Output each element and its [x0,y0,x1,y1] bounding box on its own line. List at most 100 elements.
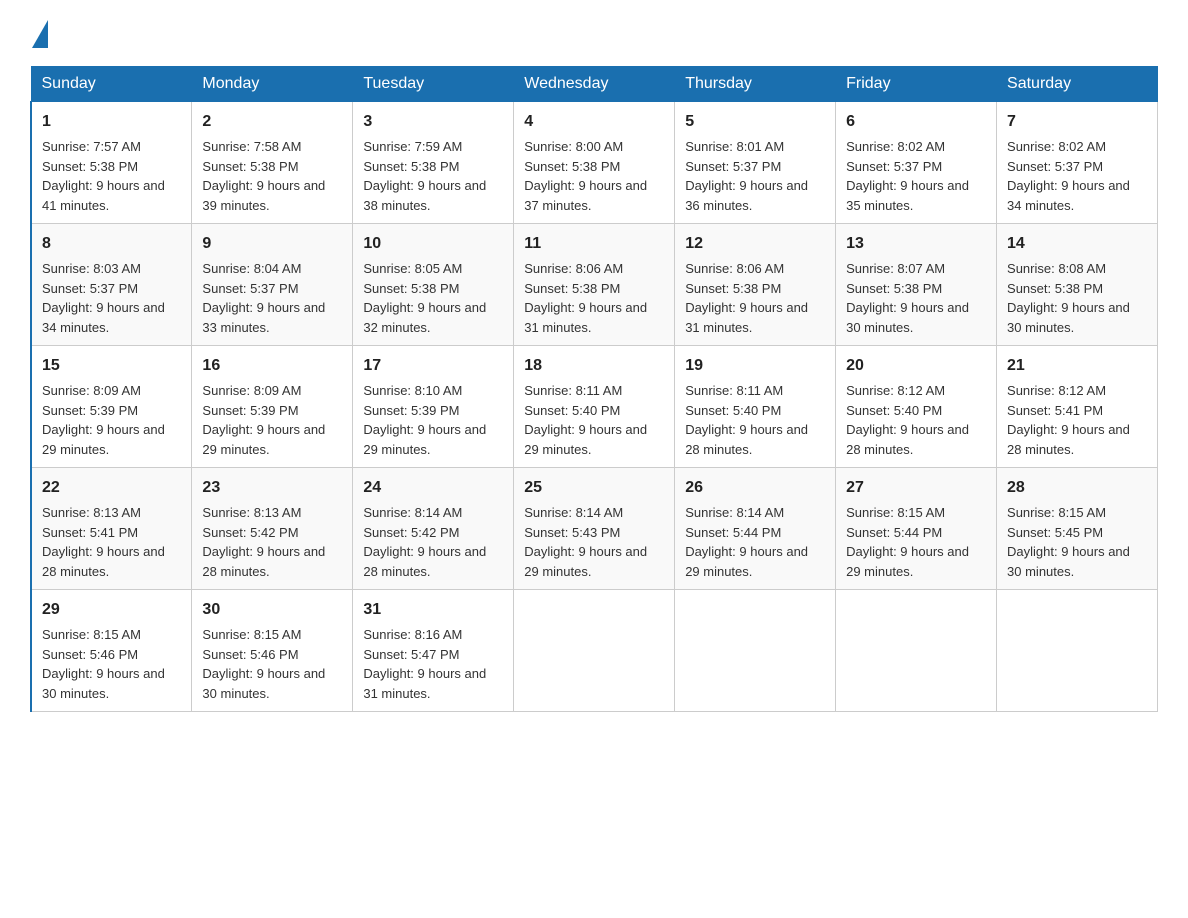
day-sunrise: Sunrise: 8:14 AM [363,505,462,520]
day-daylight: Daylight: 9 hours and 34 minutes. [1007,178,1130,213]
calendar-header-row: SundayMondayTuesdayWednesdayThursdayFrid… [31,67,1158,102]
day-sunrise: Sunrise: 8:11 AM [685,383,783,398]
calendar-cell: 19 Sunrise: 8:11 AM Sunset: 5:40 PM Dayligh… [675,346,836,468]
day-sunrise: Sunrise: 8:11 AM [524,383,622,398]
calendar-cell: 1Sunrise: 7:57 AMSunset: 5:38 PMDaylight… [31,102,192,224]
day-daylight: Daylight: 9 hours and 36 minutes. [685,178,808,213]
day-sunrise: Sunrise: 7:57 AM [42,139,141,154]
day-number: 29 [42,598,181,622]
day-daylight: Daylight: 9 hours and 30 minutes. [1007,544,1130,579]
day-sunrise: Sunrise: 8:14 AM [524,505,623,520]
day-daylight: Daylight: 9 hours and 37 minutes. [524,178,647,213]
day-sunrise: Sunrise: 8:15 AM [846,505,945,520]
day-daylight: Daylight: 9 hours and 29 minutes. [524,544,647,579]
calendar-cell: 17Sunrise: 8:10 AMSunset: 5:39 PMDayligh… [353,346,514,468]
day-sunset: Sunset: 5:39 PM [363,403,459,418]
day-daylight: Daylight: 9 hours and 30 minutes. [1007,300,1130,335]
header-saturday: Saturday [997,67,1158,102]
header-thursday: Thursday [675,67,836,102]
calendar-week-row: 8Sunrise: 8:03 AMSunset: 5:37 PMDaylight… [31,224,1158,346]
day-sunrise: Sunrise: 8:15 AM [202,627,301,642]
day-sunrise: Sunrise: 8:09 AM [202,383,301,398]
day-sunset: Sunset: 5:38 PM [363,281,459,296]
header-wednesday: Wednesday [514,67,675,102]
day-number: 15 [42,354,181,378]
calendar-cell: 20Sunrise: 8:12 AMSunset: 5:40 PMDayligh… [836,346,997,468]
day-sunset: Sunset: 5:42 PM [202,525,298,540]
day-sunset: Sunset: 5:42 PM [363,525,459,540]
day-daylight: Daylight: 9 hours and 28 minutes. [846,422,969,457]
calendar-cell: 4Sunrise: 8:00 AMSunset: 5:38 PMDaylight… [514,102,675,224]
day-number: 23 [202,476,342,500]
day-number: 9 [202,232,342,256]
day-sunset: Sunset: 5:38 PM [685,281,781,296]
day-sunrise: Sunrise: 8:12 AM [1007,383,1106,398]
day-sunrise: Sunrise: 8:07 AM [846,261,945,276]
day-sunrise: Sunrise: 8:15 AM [42,627,141,642]
page-header [30,20,1158,46]
day-sunset: Sunset: 5:38 PM [42,159,138,174]
day-sunset: Sunset: 5:41 PM [1007,403,1103,418]
calendar-cell: 2Sunrise: 7:58 AMSunset: 5:38 PMDaylight… [192,102,353,224]
day-sunset: Sunset: 5:37 PM [685,159,781,174]
day-sunrise: Sunrise: 8:10 AM [363,383,462,398]
day-daylight: Daylight: 9 hours and 29 minutes. [685,544,808,579]
day-daylight: Daylight: 9 hours and 34 minutes. [42,300,165,335]
day-daylight: Daylight: 9 hours and 38 minutes. [363,178,486,213]
day-sunrise: Sunrise: 8:14 AM [685,505,784,520]
day-sunrise: Sunrise: 8:00 AM [524,139,623,154]
calendar-cell: 28Sunrise: 8:15 AMSunset: 5:45 PMDayligh… [997,468,1158,590]
day-sunrise: Sunrise: 8:13 AM [42,505,141,520]
calendar-cell: 24Sunrise: 8:14 AMSunset: 5:42 PMDayligh… [353,468,514,590]
day-daylight: Daylight: 9 hours and 41 minutes. [42,178,165,213]
day-number: 6 [846,110,986,134]
day-number: 21 [1007,354,1147,378]
day-number: 5 [685,110,825,134]
day-sunrise: Sunrise: 8:04 AM [202,261,301,276]
calendar-week-row: 15 Sunrise: 8:09 AM Sunset: 5:39 PM Dayligh… [31,346,1158,468]
day-number: 25 [524,476,664,500]
day-sunrise: Sunrise: 8:08 AM [1007,261,1106,276]
day-sunrise: Sunrise: 8:01 AM [685,139,784,154]
day-number: 19 [685,354,825,378]
calendar-cell [997,590,1158,712]
day-sunrise: Sunrise: 7:59 AM [363,139,462,154]
day-number: 13 [846,232,986,256]
calendar-cell [675,590,836,712]
calendar-cell: 29Sunrise: 8:15 AMSunset: 5:46 PMDayligh… [31,590,192,712]
day-sunrise: Sunrise: 8:03 AM [42,261,141,276]
day-number: 24 [363,476,503,500]
day-daylight: Daylight: 9 hours and 29 minutes. [42,422,165,457]
day-number: 10 [363,232,503,256]
day-daylight: Daylight: 9 hours and 31 minutes. [363,666,486,701]
day-sunset: Sunset: 5:37 PM [42,281,138,296]
calendar-cell: 12Sunrise: 8:06 AMSunset: 5:38 PMDayligh… [675,224,836,346]
day-sunrise: Sunrise: 8:16 AM [363,627,462,642]
day-sunset: Sunset: 5:37 PM [846,159,942,174]
calendar-cell [514,590,675,712]
day-number: 3 [363,110,503,134]
day-daylight: Daylight: 9 hours and 29 minutes. [524,422,647,457]
calendar-cell: 10Sunrise: 8:05 AMSunset: 5:38 PMDayligh… [353,224,514,346]
calendar-cell: 3Sunrise: 7:59 AMSunset: 5:38 PMDaylight… [353,102,514,224]
day-sunset: Sunset: 5:47 PM [363,647,459,662]
calendar-week-row: 22Sunrise: 8:13 AMSunset: 5:41 PMDayligh… [31,468,1158,590]
day-number: 17 [363,354,503,378]
day-daylight: Daylight: 9 hours and 28 minutes. [685,422,808,457]
day-sunset: Sunset: 5:39 PM [202,403,298,418]
day-daylight: Daylight: 9 hours and 29 minutes. [202,422,325,457]
day-number: 16 [202,354,342,378]
day-sunset: Sunset: 5:40 PM [685,403,781,418]
day-sunrise: Sunrise: 8:09 AM [42,383,141,398]
day-daylight: Daylight: 9 hours and 28 minutes. [1007,422,1130,457]
day-sunrise: Sunrise: 8:12 AM [846,383,945,398]
calendar-cell: 9Sunrise: 8:04 AMSunset: 5:37 PMDaylight… [192,224,353,346]
day-number: 12 [685,232,825,256]
day-daylight: Daylight: 9 hours and 28 minutes. [202,544,325,579]
day-number: 18 [524,354,664,378]
day-number: 11 [524,232,664,256]
calendar-cell: 14Sunrise: 8:08 AMSunset: 5:38 PMDayligh… [997,224,1158,346]
calendar-cell: 5 Sunrise: 8:01 AM Sunset: 5:37 PM Daylight… [675,102,836,224]
day-daylight: Daylight: 9 hours and 35 minutes. [846,178,969,213]
calendar-cell: 16 Sunrise: 8:09 AM Sunset: 5:39 PM Dayligh… [192,346,353,468]
